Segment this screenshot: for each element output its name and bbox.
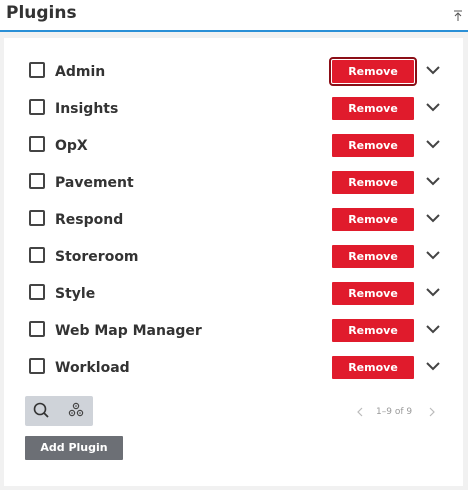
settings-button[interactable] <box>59 396 93 426</box>
chevron-right-icon[interactable] <box>428 407 436 417</box>
search-icon <box>33 402 49 418</box>
plugin-row: OpX Remove <box>4 112 463 157</box>
plugin-row: Style Remove <box>4 260 463 305</box>
plugin-checkbox[interactable] <box>29 358 45 374</box>
plugin-row: Admin Remove <box>4 38 463 86</box>
panel-header: Plugins <box>0 0 468 32</box>
page-title: Plugins <box>6 3 77 23</box>
chevron-left-icon[interactable] <box>356 407 364 417</box>
chevron-down-icon[interactable] <box>425 360 441 372</box>
search-button[interactable] <box>25 396 59 426</box>
plugin-row: Pavement Remove <box>4 149 463 194</box>
plugin-row: Web Map Manager Remove <box>4 297 463 342</box>
plugins-panel: Admin Remove Insights Remove OpX Remove … <box>4 38 463 486</box>
add-plugin-button[interactable]: Add Plugin <box>25 436 123 460</box>
plugin-row: Respond Remove <box>4 186 463 231</box>
pagination-range: 1–9 of 9 <box>376 407 413 417</box>
plugin-row: Workload Remove <box>4 334 463 379</box>
plugin-row: Insights Remove <box>4 75 463 120</box>
plugin-row: Storeroom Remove <box>4 223 463 268</box>
plugin-name: Workload <box>55 360 130 376</box>
collapse-up-icon[interactable] <box>453 10 463 22</box>
toolbar-group <box>25 396 93 426</box>
gears-icon <box>68 402 84 417</box>
remove-button[interactable]: Remove <box>332 356 414 379</box>
